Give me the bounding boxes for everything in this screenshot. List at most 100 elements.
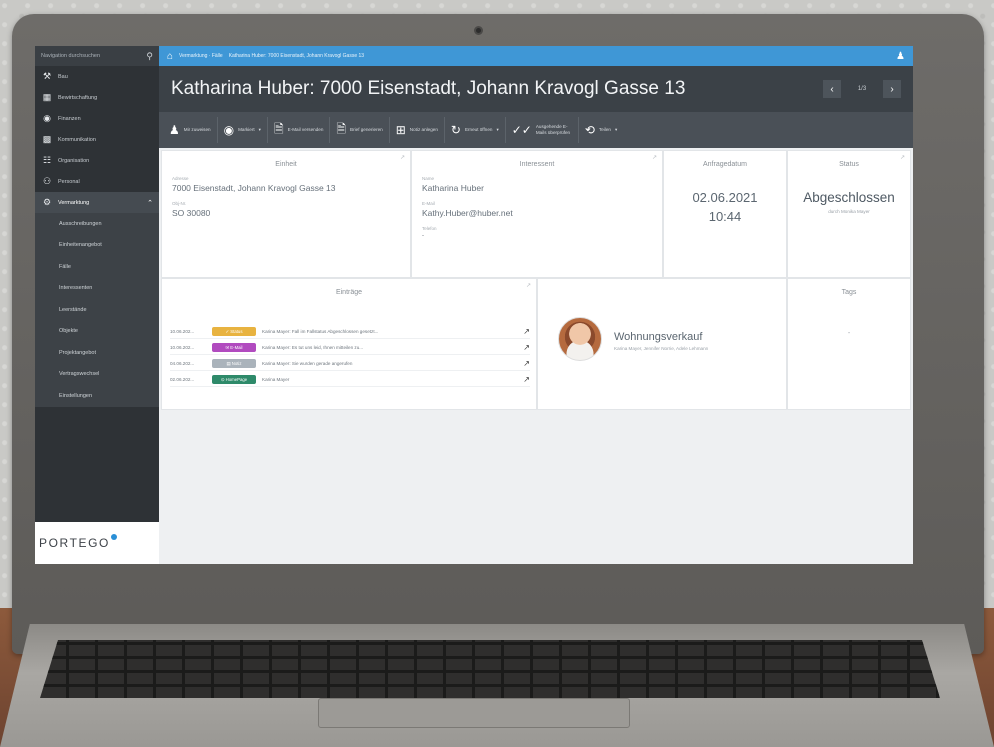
handshake-icon: ⚙ — [42, 197, 52, 207]
card-heading: Einheit — [275, 161, 297, 168]
sidebar-subitem-ausschreibungen[interactable]: Ausschreibungen — [35, 213, 159, 235]
sidebar-item-kommunikation[interactable]: ▩ Kommunikation — [35, 129, 159, 150]
sidebar-item-organisation[interactable]: ☷ Organisation — [35, 150, 159, 171]
entry-text: Karina Mayer: Fall im Fallstatus Abgesch… — [262, 329, 379, 334]
entry-text: Karina Mayer: Es tut uns leid, Ihnen mit… — [262, 345, 364, 350]
sidebar-submenu: Ausschreibungen Einheitenangebot Fälle I… — [35, 213, 159, 407]
sidebar-item-label: Personal — [58, 178, 80, 185]
sidebar-item-label: Bau — [58, 73, 68, 80]
field-value[interactable]: Katharina Huber — [422, 183, 662, 193]
anfrage-date: 02.06.2021 — [692, 190, 758, 205]
people-icon: ⚇ — [42, 176, 52, 186]
homepage-badge: ⊙ HomePage — [212, 375, 256, 384]
card-heading: Einträge — [335, 289, 363, 296]
share-button[interactable]: ⟲ Teilen ▾ — [579, 117, 623, 143]
sidebar-subitem-leerstaende[interactable]: Leerstände — [35, 299, 159, 321]
tags-value: - — [847, 330, 851, 337]
sidebar-subitem-einstellungen[interactable]: Einstellungen — [35, 385, 159, 407]
search-icon[interactable]: ⚲ — [146, 51, 153, 62]
toolbar-label: Ausgehende E-Mails überprüfen — [535, 124, 571, 135]
avatar — [558, 317, 602, 361]
sidebar-item-bewirtschaftung[interactable]: ▦ Bewirtschaftung — [35, 87, 159, 108]
sidebar: Navigation durchsuchen ⚲ ⚒ Bau ▦ Bewirts… — [35, 46, 159, 564]
toolbar-label: Notiz anlegen — [409, 127, 438, 132]
sidebar-search[interactable]: Navigation durchsuchen ⚲ — [35, 46, 159, 66]
toolbar-label: Teilen — [598, 127, 611, 132]
sidebar-item-personal[interactable]: ⚇ Personal — [35, 171, 159, 192]
logo-dot-icon — [111, 534, 117, 540]
sidebar-subitem-interessenten[interactable]: Interessenten — [35, 278, 159, 300]
user-icon[interactable]: ♟ — [896, 51, 905, 62]
add-note-button[interactable]: ⊞ Notiz anlegen — [390, 117, 445, 143]
generate-letter-button[interactable]: 🗎 Brief generieren — [330, 117, 390, 143]
chevron-up-icon[interactable]: ⌃ — [147, 199, 153, 207]
sidebar-subitem-projektangebot[interactable]: Projektangebot — [35, 342, 159, 364]
sidebar-item-bau[interactable]: ⚒ Bau — [35, 66, 159, 87]
field-label: E-Mail — [422, 201, 435, 206]
entry-date: 04.06.202... — [170, 361, 195, 366]
check-outgoing-emails-button[interactable]: ✓✓ Ausgehende E-Mails überprüfen — [506, 117, 579, 143]
chevron-down-icon: ▾ — [258, 127, 261, 132]
field-value: - — [422, 233, 424, 239]
pager-count: 1/3 — [857, 86, 867, 92]
trackpad — [318, 698, 630, 728]
card-heading: Status — [839, 161, 859, 168]
sidebar-item-finanzen[interactable]: ◉ Finanzen — [35, 108, 159, 129]
sidebar-search-input[interactable]: Navigation durchsuchen — [41, 53, 100, 59]
expand-icon[interactable]: ↗ — [652, 154, 657, 161]
sidebar-item-vermarktung[interactable]: ⚙ Vermarktung ⌃ — [35, 192, 159, 213]
open-arrow-icon[interactable]: ↗ — [523, 327, 530, 336]
interessent-card: ↗ Interessent Name Katharina Huber E-Mai… — [411, 150, 663, 278]
entry-row[interactable]: 10.06.202... ✉ E-Mail Karina Mayer: Es t… — [170, 341, 530, 355]
send-email-button[interactable]: 🗎 E-Mail versenden — [268, 117, 331, 143]
field-value[interactable]: SO 30080 — [172, 208, 410, 218]
expand-icon[interactable]: ↗ — [900, 154, 905, 161]
keyboard — [40, 640, 940, 698]
refresh-icon: ↻ — [450, 123, 461, 137]
sidebar-item-label: Kommunikation — [58, 136, 96, 143]
adresse-field: Adresse 7000 Eisenstadt, Johann Kravogl … — [172, 176, 410, 193]
expand-icon[interactable]: ↗ — [400, 154, 405, 161]
home-icon[interactable]: ⌂ — [167, 51, 173, 62]
field-label: Telefon — [422, 226, 437, 231]
next-button[interactable]: › — [883, 80, 901, 98]
status-value: Abgeschlossen — [803, 190, 895, 205]
crane-icon: ⚒ — [42, 71, 52, 81]
entry-row[interactable]: 04.06.202... ▤ Notiz Karina Mayer: Sie w… — [170, 357, 530, 371]
reopen-button[interactable]: ↻ Erneut öffnen ▾ — [445, 117, 506, 143]
chat-icon: ▩ — [42, 134, 52, 144]
toolbar-label: E-Mail versenden — [287, 127, 324, 132]
marked-button[interactable]: ◉ Markiert ▾ — [218, 117, 268, 143]
entry-date: 10.06.202... — [170, 345, 195, 350]
assign-to-me-button[interactable]: ♟ Mir zuweisen — [163, 117, 218, 143]
sidebar-subitem-einheitenangebot[interactable]: Einheitenangebot — [35, 235, 159, 257]
open-arrow-icon[interactable]: ↗ — [523, 359, 530, 368]
status-badge: ✓ Status — [212, 327, 256, 336]
sidebar-subitem-faelle[interactable]: Fälle — [35, 256, 159, 278]
portego-logo: PORTEGO — [35, 522, 159, 564]
expand-icon[interactable]: ↗ — [526, 282, 531, 289]
note-badge: ▤ Notiz — [212, 359, 256, 368]
email-field: E-Mail Kathy.Huber@huber.net — [422, 201, 662, 218]
screen: Navigation durchsuchen ⚲ ⚒ Bau ▦ Bewirts… — [35, 46, 913, 564]
open-arrow-icon[interactable]: ↗ — [523, 343, 530, 352]
entry-row[interactable]: 10.06.202... ✓ Status Karina Mayer: Fall… — [170, 325, 530, 339]
titlebar: Katharina Huber: 7000 Eisenstadt, Johann… — [159, 66, 913, 112]
entry-row[interactable]: 02.06.202... ⊙ HomePage Karina Mayer ↗ — [170, 373, 530, 387]
breadcrumb-vermarktung[interactable]: Vermarktung · Fälle — [179, 53, 223, 59]
field-label: Obj-Nr. — [172, 201, 187, 206]
einheit-card: ↗ Einheit Adresse 7000 Eisenstadt, Johan… — [161, 150, 411, 278]
letter-icon: 🗎 — [336, 121, 347, 136]
page-title: Katharina Huber: 7000 Eisenstadt, Johann… — [171, 78, 686, 99]
sidebar-item-label: Bewirtschaftung — [58, 94, 98, 101]
webcam-icon — [474, 26, 483, 35]
open-arrow-icon[interactable]: ↗ — [523, 375, 530, 384]
org-chart-icon: ☷ — [42, 155, 52, 165]
double-check-icon: ✓✓ — [511, 123, 532, 137]
field-value[interactable]: Kathy.Huber@huber.net — [422, 208, 662, 218]
prev-button[interactable]: ‹ — [823, 80, 841, 98]
field-value[interactable]: 7000 Eisenstadt, Johann Kravogl Gasse 13 — [172, 183, 410, 193]
share-icon: ⟲ — [584, 123, 595, 137]
sidebar-subitem-vertragswechsel[interactable]: Vertragswechsel — [35, 364, 159, 386]
sidebar-subitem-objekte[interactable]: Objekte — [35, 321, 159, 343]
